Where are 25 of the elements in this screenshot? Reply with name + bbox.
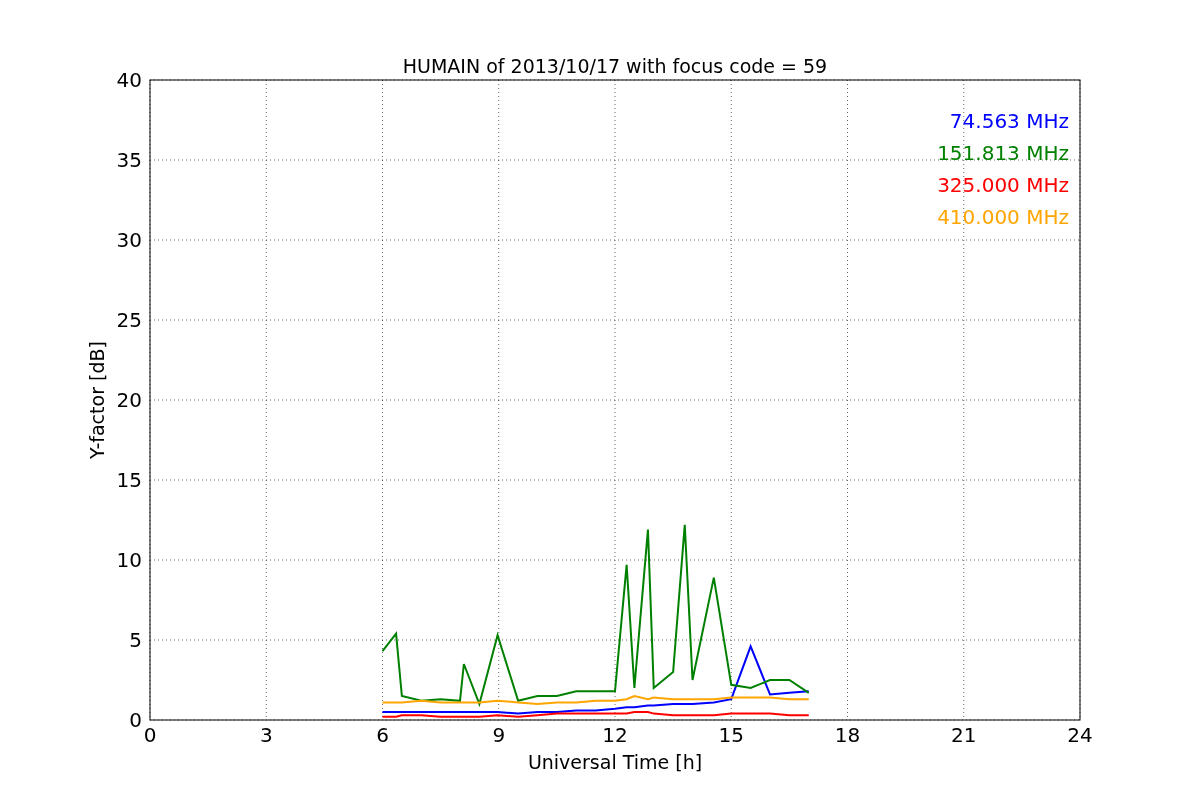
y-axis-label: Y-factor [dB]: [86, 341, 108, 459]
y-tick-label: 25: [116, 308, 142, 332]
y-tick-label: 10: [116, 548, 142, 572]
x-tick-label: 0: [143, 723, 157, 747]
y-tick-label: 35: [116, 148, 142, 172]
chart-title: HUMAIN of 2013/10/17 with focus code = 59: [402, 55, 828, 77]
legend-label: 74.563 MHz: [949, 109, 1069, 133]
x-tick-label: 21: [951, 723, 977, 747]
x-tick-label: 15: [718, 723, 744, 747]
y-tick-label: 0: [129, 708, 142, 732]
x-tick-label: 6: [376, 723, 389, 747]
x-tick-label: 9: [492, 723, 506, 747]
legend-label: 410.000 MHz: [937, 205, 1069, 229]
y-tick-label: 20: [116, 388, 142, 412]
y-tick-label: 5: [129, 628, 142, 652]
x-tick-label: 12: [602, 723, 628, 747]
y-tick-label: 40: [116, 68, 142, 92]
x-tick-label: 18: [834, 723, 861, 747]
x-tick-label: 24: [1067, 723, 1093, 747]
y-tick-label: 15: [116, 468, 142, 492]
x-axis-label: Universal Time [h]: [527, 751, 703, 773]
x-tick-label: 3: [259, 723, 273, 747]
legend-label: 325.000 MHz: [937, 173, 1069, 197]
y-tick-label: 30: [116, 228, 142, 252]
legend-label: 151.813 MHz: [937, 141, 1069, 165]
